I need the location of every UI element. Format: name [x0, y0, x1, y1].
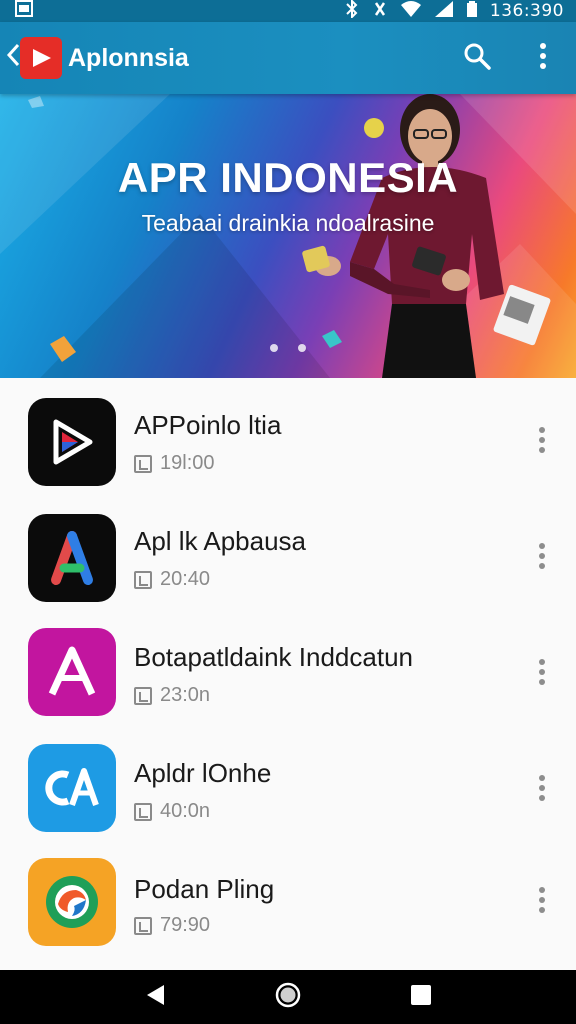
- circle-swirl-app-icon: [28, 858, 116, 946]
- app-name: APPoinlo ltia: [134, 410, 282, 440]
- page-indicator: [270, 344, 306, 352]
- app-meta: 40:0n: [134, 800, 210, 823]
- app-name: Botapatldaink Inddcatun: [134, 642, 413, 672]
- more-vert-icon[interactable]: [530, 768, 554, 808]
- download-icon: [134, 802, 152, 821]
- ca-app-icon: [28, 744, 116, 832]
- app-logo-icon: [20, 37, 62, 79]
- bluetooth-icon: [344, 0, 360, 23]
- wifi-icon: [400, 0, 422, 23]
- system-nav-bar: [0, 970, 576, 1024]
- back-icon[interactable]: [6, 42, 20, 74]
- download-icon: [134, 570, 152, 589]
- letter-a-app-icon: [28, 628, 116, 716]
- app-bar: Aplonnsia: [0, 22, 576, 94]
- screenshot-icon: [14, 0, 34, 23]
- more-vert-icon[interactable]: [530, 420, 554, 460]
- app-title: Aplonnsia: [68, 43, 189, 72]
- list-item[interactable]: Apldr lOnhe 40:0n: [0, 736, 576, 852]
- app-meta: 79:90: [134, 914, 210, 937]
- more-options-button[interactable]: [510, 22, 576, 94]
- search-icon: [463, 42, 491, 75]
- list-item[interactable]: APPoinlo ltia 19l:00: [0, 388, 576, 504]
- play-app-icon: [28, 398, 116, 486]
- download-icon: [134, 686, 152, 705]
- app-meta-value: 79:90: [160, 914, 211, 936]
- download-icon: [134, 454, 152, 473]
- status-bar: 136:390: [0, 0, 576, 22]
- back-triangle-icon[interactable]: [144, 983, 166, 1012]
- app-name: Apldr lOnhe: [134, 758, 272, 788]
- more-vert-icon[interactable]: [530, 880, 554, 920]
- app-meta: 23:0n: [134, 684, 210, 707]
- app-meta: 20:40: [134, 568, 210, 591]
- signal-icon: [434, 0, 454, 23]
- screen: 136:390 Aplonnsia APR INDONESIA Teabaai …: [0, 0, 576, 1024]
- app-name: Podan Pling: [134, 874, 275, 904]
- app-meta-value: 19l:00: [160, 452, 215, 474]
- app-meta-value: 20:40: [160, 568, 211, 590]
- page-indicator-dot[interactable]: [298, 344, 306, 352]
- list-item[interactable]: Podan Pling 79:90: [0, 852, 576, 968]
- search-button[interactable]: [444, 22, 510, 94]
- promo-banner[interactable]: APR INDONESIA Teabaai drainkia ndoalrasi…: [0, 94, 576, 378]
- home-circle-icon[interactable]: [274, 981, 302, 1014]
- vibrate-icon: [372, 0, 388, 23]
- more-vert-icon[interactable]: [530, 652, 554, 692]
- app-meta-value: 23:0n: [160, 684, 211, 706]
- app-meta: 19l:00: [134, 452, 215, 475]
- more-vert-icon: [539, 42, 547, 75]
- banner-title: APR INDONESIA: [117, 154, 459, 201]
- app-list: APPoinlo ltia 19l:00 Apl lk Apbausa 20:4…: [0, 378, 576, 970]
- list-item[interactable]: Apl lk Apbausa 20:40: [0, 504, 576, 620]
- recents-square-icon[interactable]: [410, 984, 432, 1011]
- status-time: 136:390: [489, 1, 564, 21]
- download-icon: [134, 916, 152, 935]
- more-vert-icon[interactable]: [530, 536, 554, 576]
- banner-subtitle: Teabaai drainkia ndoalrasine: [141, 210, 435, 236]
- page-indicator-dot[interactable]: [270, 344, 278, 352]
- battery-icon: [466, 0, 478, 23]
- triangle-a-app-icon: [28, 514, 116, 602]
- app-name: Apl lk Apbausa: [134, 526, 307, 556]
- app-meta-value: 40:0n: [160, 800, 211, 822]
- list-item[interactable]: Botapatldaink Inddcatun 23:0n: [0, 620, 576, 736]
